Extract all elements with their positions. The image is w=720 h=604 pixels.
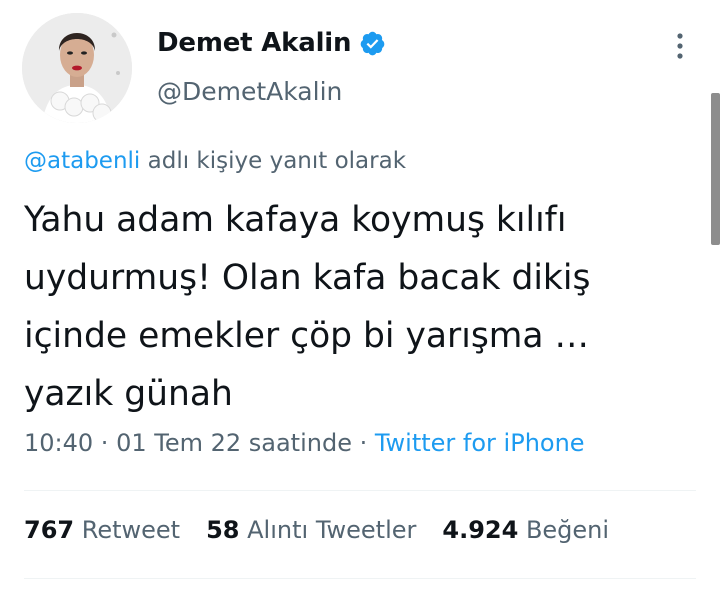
avatar[interactable] bbox=[22, 13, 132, 123]
retweets-label: Retweet bbox=[81, 516, 181, 544]
author-display-name[interactable]: Demet Akalin bbox=[157, 28, 352, 58]
tweet-text-line: Yahu adam kafaya koymuş kılıfı bbox=[24, 200, 567, 240]
tweet-date[interactable]: 01 Tem 22 saatinde bbox=[116, 429, 352, 457]
reply-mention-link[interactable]: @atabenli bbox=[24, 148, 140, 174]
tweet-text-line: uydurmuş! Olan kafa bacak dikiş bbox=[24, 258, 591, 298]
more-vertical-icon[interactable] bbox=[670, 32, 690, 60]
meta-separator: · bbox=[93, 429, 117, 457]
tweet-detail: Demet Akalin @DemetAkalin @atabenli adlı… bbox=[0, 0, 720, 604]
scrollbar[interactable] bbox=[711, 93, 720, 245]
tweet-meta: 10:40 · 01 Tem 22 saatinde · Twitter for… bbox=[24, 429, 585, 457]
likes-stat[interactable]: 4.924 Beğeni bbox=[442, 516, 609, 544]
reply-context-text: adlı kişiye yanıt olarak bbox=[140, 148, 407, 174]
quotes-stat[interactable]: 58 Alıntı Tweetler bbox=[206, 516, 416, 544]
quotes-label: Alıntı Tweetler bbox=[247, 516, 417, 544]
reply-context: @atabenli adlı kişiye yanıt olarak bbox=[24, 148, 406, 174]
likes-label: Beğeni bbox=[525, 516, 610, 544]
retweets-count: 767 bbox=[24, 516, 75, 544]
verified-badge-icon bbox=[361, 31, 385, 55]
tweet-text-line: içinde emekler çöp bi yarışma … bbox=[24, 316, 590, 356]
likes-count: 4.924 bbox=[442, 516, 519, 544]
meta-separator: · bbox=[351, 429, 375, 457]
tweet-text: Yahu adam kafaya koymuş kılıfı uydurmuş!… bbox=[24, 191, 694, 423]
retweets-stat[interactable]: 767 Retweet bbox=[24, 516, 180, 544]
tweet-time[interactable]: 10:40 bbox=[24, 429, 93, 457]
author-handle[interactable]: @DemetAkalin bbox=[157, 77, 342, 106]
author-name-row[interactable]: Demet Akalin bbox=[157, 28, 386, 58]
tweet-text-line: yazık günah bbox=[24, 374, 233, 414]
divider bbox=[24, 578, 696, 579]
divider bbox=[24, 490, 696, 491]
tweet-stats: 767 Retweet 58 Alıntı Tweetler 4.924 Beğ… bbox=[24, 516, 635, 544]
quotes-count: 58 bbox=[206, 516, 240, 544]
tweet-source-link[interactable]: Twitter for iPhone bbox=[375, 429, 585, 457]
avatar-image bbox=[22, 13, 132, 123]
